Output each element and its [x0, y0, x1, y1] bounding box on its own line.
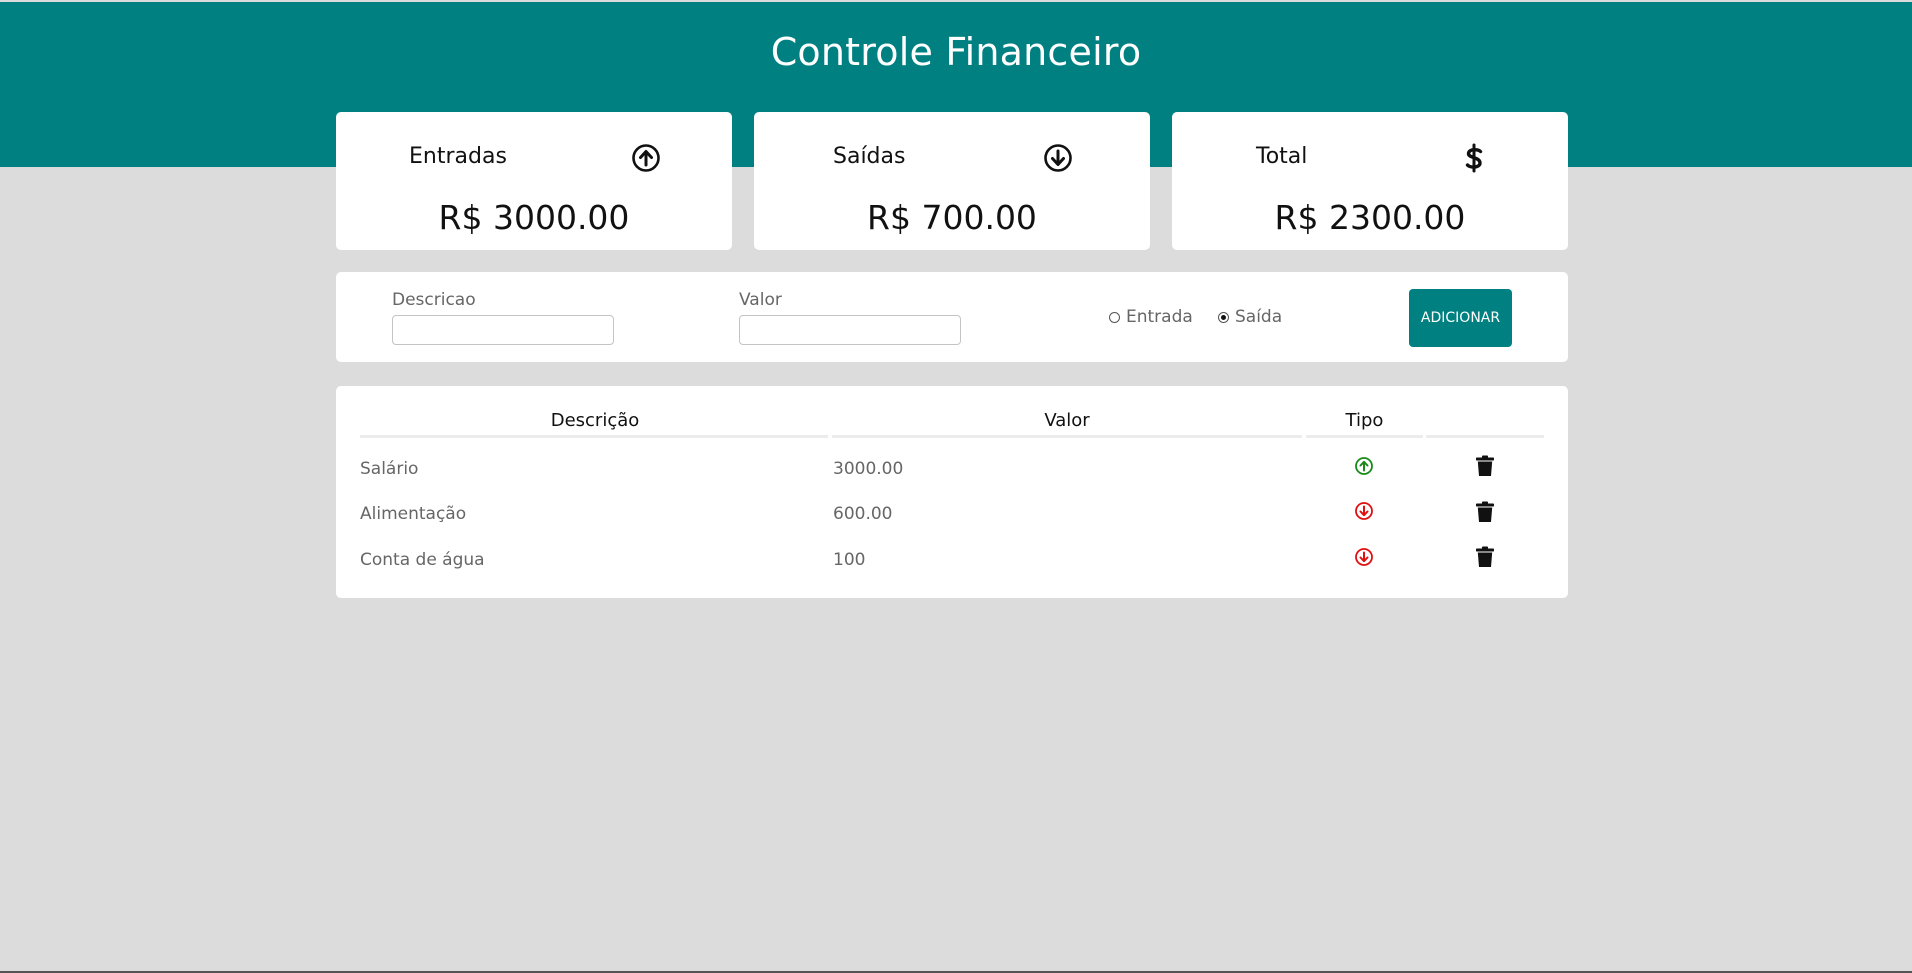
row-value: 600.00 [833, 504, 893, 524]
row-description: Alimentação [360, 504, 467, 524]
income-value: R$ 3000.00 [438, 198, 630, 237]
dollar-icon [1465, 143, 1483, 173]
arrow-circle-up-icon [1355, 457, 1373, 475]
row-description: Salário [360, 459, 419, 479]
value-label: Valor [739, 290, 782, 310]
column-header-value: Valor [1044, 410, 1090, 431]
radio-entrada-label: Entrada [1126, 307, 1193, 327]
add-button[interactable]: ADICIONAR [1409, 289, 1512, 347]
total-label: Total [1256, 144, 1308, 169]
trash-icon[interactable] [1475, 455, 1495, 477]
radio-saida-circle[interactable] [1218, 311, 1229, 323]
column-header-type: Tipo [1345, 410, 1384, 431]
arrow-circle-up-icon [632, 144, 660, 172]
arrow-circle-down-icon [1044, 144, 1072, 172]
income-card: Entradas R$ 3000.00 [336, 112, 732, 250]
arrow-circle-down-icon [1355, 502, 1373, 520]
expense-label: Saídas [833, 144, 906, 169]
header-divider [1306, 435, 1423, 438]
value-input[interactable] [739, 315, 961, 345]
arrow-circle-down-icon [1355, 548, 1373, 566]
row-value: 100 [833, 550, 866, 570]
radio-entrada[interactable]: Entrada [1109, 307, 1193, 327]
header-divider [1426, 435, 1544, 438]
transactions-table: Descrição Valor Tipo Salário 3000.00 Ali… [336, 386, 1568, 598]
page-title: Controle Financeiro [770, 30, 1142, 74]
radio-saida[interactable]: Saída [1218, 307, 1282, 327]
trash-icon[interactable] [1475, 501, 1495, 523]
trash-icon[interactable] [1475, 546, 1495, 568]
column-header-description: Descrição [550, 410, 640, 431]
description-label: Descricao [392, 290, 476, 310]
radio-entrada-circle[interactable] [1109, 311, 1120, 323]
transaction-form: Descricao Valor Entrada Saída ADICIONAR [336, 272, 1568, 362]
total-card: Total R$ 2300.00 [1172, 112, 1568, 250]
header-divider [360, 435, 828, 438]
description-input[interactable] [392, 315, 614, 345]
expense-value: R$ 700.00 [867, 198, 1037, 237]
header-divider [832, 435, 1302, 438]
row-description: Conta de água [360, 550, 485, 570]
income-label: Entradas [409, 144, 507, 169]
expense-card: Saídas R$ 700.00 [754, 112, 1150, 250]
row-value: 3000.00 [833, 459, 904, 479]
summary-cards: Entradas R$ 3000.00 Saídas R$ 700.00 Tot… [336, 112, 1568, 250]
total-value: R$ 2300.00 [1274, 198, 1466, 237]
radio-saida-label: Saída [1235, 307, 1283, 327]
